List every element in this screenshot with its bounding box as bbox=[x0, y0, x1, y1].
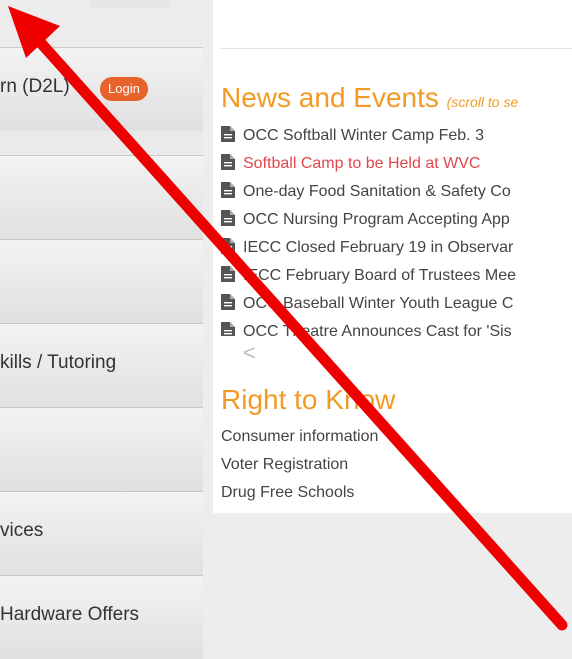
news-list[interactable]: OCC Softball Winter Camp Feb. 3 Softball… bbox=[221, 126, 572, 336]
news-item[interactable]: OCC Baseball Winter Youth League C bbox=[221, 294, 513, 318]
sidebar-item-label: rn (D2L) bbox=[0, 76, 70, 97]
main-content: News and Events (scroll to se OCC Softba… bbox=[203, 0, 572, 635]
sidebar: rn (D2L) kills / Tutoring vices Hardware… bbox=[0, 0, 203, 659]
sidebar-item-services[interactable]: vices bbox=[0, 491, 203, 575]
sidebar-item-3[interactable] bbox=[0, 239, 203, 323]
voter-registration-link[interactable]: Voter Registration bbox=[221, 456, 348, 474]
news-item-text: One-day Food Sanitation & Safety Co bbox=[243, 183, 511, 200]
top-nav-box bbox=[90, 0, 170, 8]
news-item-text: OCC Nursing Program Accepting App bbox=[243, 211, 510, 228]
document-icon bbox=[221, 210, 235, 226]
news-item-text: IECC February Board of Trustees Mee bbox=[243, 267, 516, 284]
news-item-text: OCC Theatre Announces Cast for 'Sis bbox=[243, 323, 512, 336]
document-icon bbox=[221, 154, 235, 170]
consumer-information-link[interactable]: Consumer information bbox=[221, 428, 378, 446]
news-heading: News and Events (scroll to se bbox=[221, 82, 518, 114]
news-item[interactable]: OCC Softball Winter Camp Feb. 3 bbox=[221, 126, 484, 150]
news-item[interactable]: Softball Camp to be Held at WVC bbox=[221, 154, 480, 178]
news-item[interactable]: IECC February Board of Trustees Mee bbox=[221, 266, 516, 290]
sidebar-item-label: kills / Tutoring bbox=[0, 352, 117, 373]
content-panel: News and Events (scroll to se OCC Softba… bbox=[213, 0, 572, 513]
news-item-text: Softball Camp to be Held at WVC bbox=[243, 155, 481, 172]
sidebar-item-2[interactable] bbox=[0, 155, 203, 239]
news-item[interactable]: One-day Food Sanitation & Safety Co bbox=[221, 182, 511, 206]
prev-arrow-icon[interactable]: < bbox=[243, 340, 256, 366]
document-icon bbox=[221, 266, 235, 282]
news-item-text: OCC Baseball Winter Youth League C bbox=[243, 295, 514, 312]
login-button[interactable]: Login bbox=[100, 77, 148, 101]
sidebar-item-tutoring[interactable]: kills / Tutoring bbox=[0, 323, 203, 407]
drug-free-schools-link[interactable]: Drug Free Schools bbox=[221, 484, 354, 502]
news-item-text: OCC Softball Winter Camp Feb. 3 bbox=[243, 127, 484, 144]
document-icon bbox=[221, 182, 235, 198]
document-icon bbox=[221, 126, 235, 142]
news-item[interactable]: OCC Nursing Program Accepting App bbox=[221, 210, 510, 234]
document-icon bbox=[221, 294, 235, 310]
news-item[interactable]: IECC Closed February 19 in Observar bbox=[221, 238, 513, 262]
sidebar-item-5[interactable] bbox=[0, 407, 203, 491]
document-icon bbox=[221, 322, 235, 336]
document-icon bbox=[221, 238, 235, 254]
right-to-know-heading: Right to Know bbox=[221, 384, 396, 415]
news-item-text: IECC Closed February 19 in Observar bbox=[243, 239, 514, 256]
news-scroll-hint: (scroll to se bbox=[446, 94, 519, 110]
sidebar-item-label: Hardware Offers bbox=[0, 604, 140, 625]
news-item[interactable]: OCC Theatre Announces Cast for 'Sis bbox=[221, 322, 512, 336]
divider bbox=[221, 48, 572, 49]
sidebar-item-label: vices bbox=[0, 520, 44, 541]
sidebar-item-hardware-offers[interactable]: Hardware Offers bbox=[0, 575, 203, 659]
news-title: News and Events bbox=[221, 82, 439, 113]
